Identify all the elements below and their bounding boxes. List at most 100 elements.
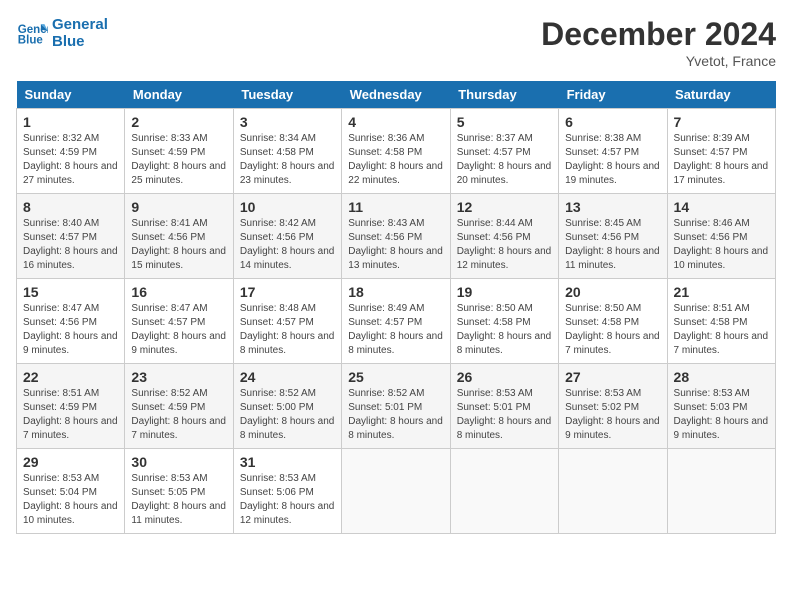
day-number: 25 bbox=[348, 369, 443, 385]
calendar-day-cell: 23 Sunrise: 8:52 AMSunset: 4:59 PMDayligh… bbox=[125, 364, 233, 449]
logo-icon: General Blue bbox=[16, 17, 48, 49]
calendar-day-cell: 15 Sunrise: 8:47 AMSunset: 4:56 PMDayligh… bbox=[17, 279, 125, 364]
calendar-day-cell bbox=[667, 449, 775, 534]
day-number: 20 bbox=[565, 284, 660, 300]
calendar-week-row: 8 Sunrise: 8:40 AMSunset: 4:57 PMDaylight… bbox=[17, 194, 776, 279]
calendar-day-cell: 16 Sunrise: 8:47 AMSunset: 4:57 PMDayligh… bbox=[125, 279, 233, 364]
calendar-day-cell: 26Sunrise: 8:53 AMSunset: 5:01 PMDayligh… bbox=[450, 364, 558, 449]
day-number: 13 bbox=[565, 199, 660, 215]
day-number: 7 bbox=[674, 114, 769, 130]
month-title: December 2024 bbox=[541, 16, 776, 53]
calendar-day-cell: 3 Sunrise: 8:34 AMSunset: 4:58 PMDaylight… bbox=[233, 109, 341, 194]
day-info: Sunrise: 8:52 AMSunset: 5:00 PMDaylight:… bbox=[240, 387, 335, 443]
day-info: Sunrise: 8:45 AMSunset: 4:56 PMDaylight:… bbox=[565, 217, 660, 273]
day-info: Sunrise: 8:37 AMSunset: 4:57 PMDaylight:… bbox=[457, 132, 552, 188]
day-info: Sunrise: 8:50 AMSunset: 4:58 PMDaylight:… bbox=[457, 302, 552, 358]
title-area: December 2024 Yvetot, France bbox=[541, 16, 776, 69]
weekday-header-friday: Friday bbox=[559, 81, 667, 109]
day-info: Sunrise: 8:53 AMSunset: 5:01 PMDaylight:… bbox=[457, 387, 552, 443]
day-number: 21 bbox=[674, 284, 769, 300]
day-number: 3 bbox=[240, 114, 335, 130]
day-info: Sunrise: 8:43 AMSunset: 4:56 PMDaylight:… bbox=[348, 217, 443, 273]
calendar-day-cell: 12 Sunrise: 8:44 AMSunset: 4:56 PMDayligh… bbox=[450, 194, 558, 279]
logo: General Blue General Blue bbox=[16, 16, 108, 51]
calendar-day-cell bbox=[559, 449, 667, 534]
day-number: 2 bbox=[131, 114, 226, 130]
location: Yvetot, France bbox=[541, 53, 776, 69]
calendar-day-cell: 8 Sunrise: 8:40 AMSunset: 4:57 PMDaylight… bbox=[17, 194, 125, 279]
calendar-day-cell: 1 Sunrise: 8:32 AMSunset: 4:59 PMDaylight… bbox=[17, 109, 125, 194]
calendar-day-cell: 31Sunrise: 8:53 AMSunset: 5:06 PMDayligh… bbox=[233, 449, 341, 534]
calendar-day-cell: 24 Sunrise: 8:52 AMSunset: 5:00 PMDayligh… bbox=[233, 364, 341, 449]
calendar-week-row: 15 Sunrise: 8:47 AMSunset: 4:56 PMDayligh… bbox=[17, 279, 776, 364]
day-number: 27 bbox=[565, 369, 660, 385]
weekday-header-wednesday: Wednesday bbox=[342, 81, 450, 109]
day-number: 10 bbox=[240, 199, 335, 215]
day-number: 22 bbox=[23, 369, 118, 385]
day-info: Sunrise: 8:50 AMSunset: 4:58 PMDaylight:… bbox=[565, 302, 660, 358]
calendar-day-cell: 27 Sunrise: 8:53 AMSunset: 5:02 PMDayligh… bbox=[559, 364, 667, 449]
weekday-header-tuesday: Tuesday bbox=[233, 81, 341, 109]
day-number: 28 bbox=[674, 369, 769, 385]
day-number: 29 bbox=[23, 454, 118, 470]
calendar-day-cell: 13 Sunrise: 8:45 AMSunset: 4:56 PMDayligh… bbox=[559, 194, 667, 279]
day-info: Sunrise: 8:52 AMSunset: 5:01 PMDaylight:… bbox=[348, 387, 443, 443]
calendar-day-cell: 2 Sunrise: 8:33 AMSunset: 4:59 PMDaylight… bbox=[125, 109, 233, 194]
calendar-week-row: 22 Sunrise: 8:51 AMSunset: 4:59 PMDayligh… bbox=[17, 364, 776, 449]
day-info: Sunrise: 8:51 AMSunset: 4:59 PMDaylight:… bbox=[23, 387, 118, 443]
calendar-day-cell: 30Sunrise: 8:53 AMSunset: 5:05 PMDayligh… bbox=[125, 449, 233, 534]
calendar-day-cell: 9 Sunrise: 8:41 AMSunset: 4:56 PMDaylight… bbox=[125, 194, 233, 279]
day-info: Sunrise: 8:48 AMSunset: 4:57 PMDaylight:… bbox=[240, 302, 335, 358]
day-number: 5 bbox=[457, 114, 552, 130]
day-number: 12 bbox=[457, 199, 552, 215]
day-info: Sunrise: 8:41 AMSunset: 4:56 PMDaylight:… bbox=[131, 217, 226, 273]
day-info: Sunrise: 8:40 AMSunset: 4:57 PMDaylight:… bbox=[23, 217, 118, 273]
day-number: 8 bbox=[23, 199, 118, 215]
calendar-day-cell: 10 Sunrise: 8:42 AMSunset: 4:56 PMDayligh… bbox=[233, 194, 341, 279]
day-info: Sunrise: 8:52 AMSunset: 4:59 PMDaylight:… bbox=[131, 387, 226, 443]
day-number: 16 bbox=[131, 284, 226, 300]
day-info: Sunrise: 8:36 AMSunset: 4:58 PMDaylight:… bbox=[348, 132, 443, 188]
day-info: Sunrise: 8:44 AMSunset: 4:56 PMDaylight:… bbox=[457, 217, 552, 273]
day-number: 30 bbox=[131, 454, 226, 470]
day-number: 19 bbox=[457, 284, 552, 300]
day-number: 18 bbox=[348, 284, 443, 300]
calendar-table: SundayMondayTuesdayWednesdayThursdayFrid… bbox=[16, 81, 776, 534]
weekday-header-row: SundayMondayTuesdayWednesdayThursdayFrid… bbox=[17, 81, 776, 109]
day-info: Sunrise: 8:47 AMSunset: 4:57 PMDaylight:… bbox=[131, 302, 226, 358]
day-info: Sunrise: 8:39 AMSunset: 4:57 PMDaylight:… bbox=[674, 132, 769, 188]
weekday-header-sunday: Sunday bbox=[17, 81, 125, 109]
calendar-day-cell: 5 Sunrise: 8:37 AMSunset: 4:57 PMDaylight… bbox=[450, 109, 558, 194]
weekday-header-saturday: Saturday bbox=[667, 81, 775, 109]
logo-subtext: Blue bbox=[52, 33, 108, 50]
calendar-day-cell: 7 Sunrise: 8:39 AMSunset: 4:57 PMDaylight… bbox=[667, 109, 775, 194]
calendar-week-row: 1 Sunrise: 8:32 AMSunset: 4:59 PMDaylight… bbox=[17, 109, 776, 194]
day-info: Sunrise: 8:38 AMSunset: 4:57 PMDaylight:… bbox=[565, 132, 660, 188]
day-info: Sunrise: 8:33 AMSunset: 4:59 PMDaylight:… bbox=[131, 132, 226, 188]
calendar-day-cell bbox=[450, 449, 558, 534]
calendar-week-row: 29 Sunrise: 8:53 AMSunset: 5:04 PMDayligh… bbox=[17, 449, 776, 534]
day-info: Sunrise: 8:49 AMSunset: 4:57 PMDaylight:… bbox=[348, 302, 443, 358]
calendar-day-cell: 25 Sunrise: 8:52 AMSunset: 5:01 PMDayligh… bbox=[342, 364, 450, 449]
calendar-day-cell: 28 Sunrise: 8:53 AMSunset: 5:03 PMDayligh… bbox=[667, 364, 775, 449]
logo-text: General bbox=[52, 16, 108, 33]
svg-text:Blue: Blue bbox=[18, 35, 44, 47]
day-number: 23 bbox=[131, 369, 226, 385]
day-number: 24 bbox=[240, 369, 335, 385]
day-info: Sunrise: 8:42 AMSunset: 4:56 PMDaylight:… bbox=[240, 217, 335, 273]
day-number: 9 bbox=[131, 199, 226, 215]
day-info: Sunrise: 8:53 AMSunset: 5:04 PMDaylight:… bbox=[23, 472, 118, 528]
day-number: 11 bbox=[348, 199, 443, 215]
calendar-day-cell: 20 Sunrise: 8:50 AMSunset: 4:58 PMDayligh… bbox=[559, 279, 667, 364]
day-number: 17 bbox=[240, 284, 335, 300]
day-info: Sunrise: 8:32 AMSunset: 4:59 PMDaylight:… bbox=[23, 132, 118, 188]
calendar-day-cell: 18 Sunrise: 8:49 AMSunset: 4:57 PMDayligh… bbox=[342, 279, 450, 364]
calendar-day-cell: 22 Sunrise: 8:51 AMSunset: 4:59 PMDayligh… bbox=[17, 364, 125, 449]
day-info: Sunrise: 8:53 AMSunset: 5:02 PMDaylight:… bbox=[565, 387, 660, 443]
calendar-day-cell bbox=[342, 449, 450, 534]
day-number: 15 bbox=[23, 284, 118, 300]
day-info: Sunrise: 8:53 AMSunset: 5:03 PMDaylight:… bbox=[674, 387, 769, 443]
day-info: Sunrise: 8:47 AMSunset: 4:56 PMDaylight:… bbox=[23, 302, 118, 358]
day-number: 1 bbox=[23, 114, 118, 130]
day-info: Sunrise: 8:34 AMSunset: 4:58 PMDaylight:… bbox=[240, 132, 335, 188]
